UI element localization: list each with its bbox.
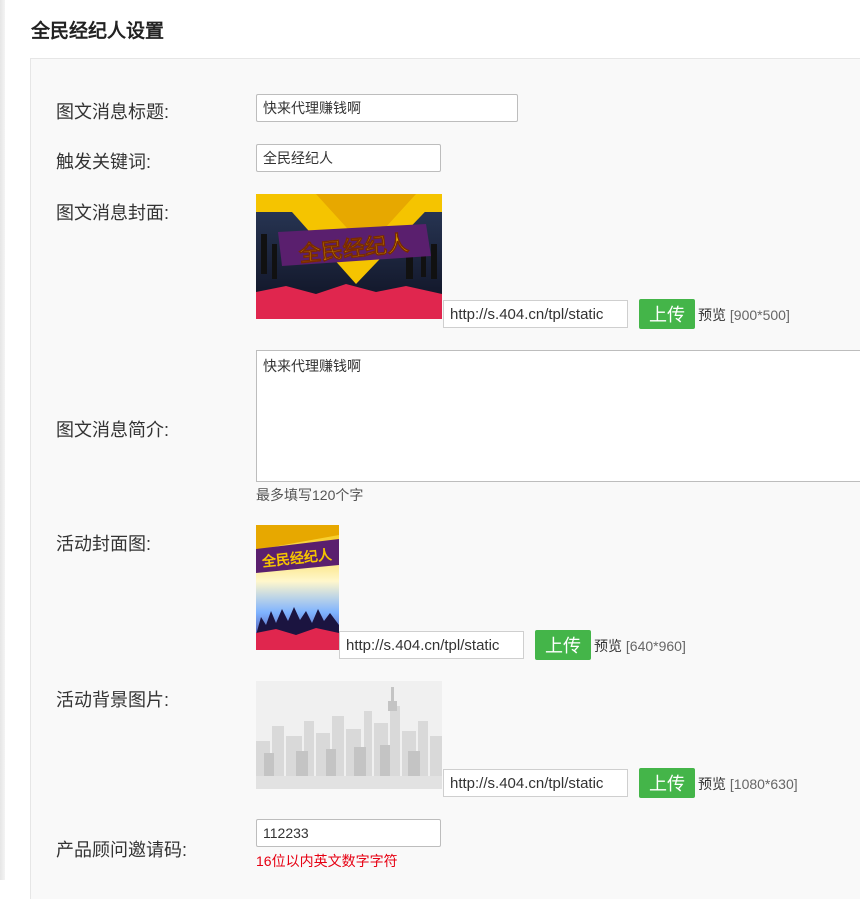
activity-cover-url-input[interactable] bbox=[339, 631, 524, 659]
cover-size-hint: [900*500] bbox=[729, 307, 790, 323]
activity-cover-thumbnail: 全民经纪人 bbox=[256, 525, 339, 650]
activity-bg-size-hint: [1080*630] bbox=[729, 776, 798, 792]
news-title-label: 图文消息标题: bbox=[56, 102, 170, 122]
invite-code-label: 产品顾问邀请码: bbox=[56, 840, 188, 860]
keyword-label: 触发关键词: bbox=[56, 152, 152, 172]
summary-hint: 最多填写120个字 bbox=[256, 487, 364, 503]
invite-code-hint: 16位以内英文数字字符 bbox=[256, 853, 398, 869]
activity-cover-size-hint: [640*960] bbox=[625, 638, 686, 654]
activity-bg-upload-button[interactable]: 上传 bbox=[639, 768, 695, 798]
cover-label: 图文消息封面: bbox=[56, 203, 170, 223]
activity-cover-preview-link[interactable]: 预览 bbox=[594, 638, 622, 654]
activity-bg-thumbnail bbox=[256, 681, 442, 789]
cover-upload-button[interactable]: 上传 bbox=[639, 299, 695, 329]
activity-cover-upload-button[interactable]: 上传 bbox=[535, 630, 591, 660]
page-title: 全民经纪人设置 bbox=[31, 21, 165, 42]
activity-bg-url-input[interactable] bbox=[443, 769, 628, 797]
cover-url-input[interactable] bbox=[443, 300, 628, 328]
activity-bg-preview: 预览 [1080*630] bbox=[698, 774, 798, 794]
activity-bg-preview-link[interactable]: 预览 bbox=[698, 776, 726, 792]
summary-label: 图文消息简介: bbox=[56, 420, 170, 440]
keyword-input[interactable] bbox=[256, 144, 441, 172]
activity-bg-label: 活动背景图片: bbox=[56, 690, 170, 710]
invite-code-input[interactable] bbox=[256, 819, 441, 847]
left-edge-strip bbox=[0, 0, 5, 880]
summary-textarea[interactable]: 快来代理赚钱啊 bbox=[256, 350, 860, 482]
cover-preview: 预览 [900*500] bbox=[698, 305, 790, 325]
cover-image-thumbnail: 全民经纪人 bbox=[256, 194, 442, 319]
cover-preview-link[interactable]: 预览 bbox=[698, 307, 726, 323]
news-title-input[interactable] bbox=[256, 94, 518, 122]
activity-cover-label: 活动封面图: bbox=[56, 534, 152, 554]
activity-cover-preview: 预览 [640*960] bbox=[594, 636, 686, 656]
